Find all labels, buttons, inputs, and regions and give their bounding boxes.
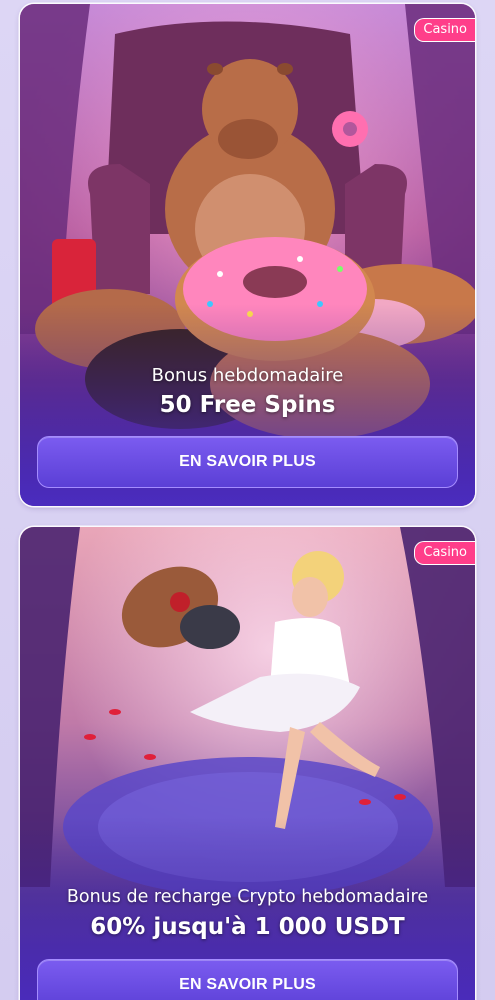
casino-badge: Casino <box>414 541 475 565</box>
promo-card-crypto-reload[interactable]: Casino Bonus de recharge Crypto hebdomad… <box>20 527 475 1000</box>
learn-more-button[interactable]: EN SAVOIR PLUS <box>37 959 458 1000</box>
promo-subtitle: Bonus de recharge Crypto hebdomadaire <box>66 887 429 907</box>
promo-artwork-capybara-donuts <box>20 4 475 506</box>
casino-badge: Casino <box>414 18 475 42</box>
promotions-page: Casino Bonus hebdomadaire 50 Free Spins … <box>0 0 495 1000</box>
promo-card-free-spins[interactable]: Casino Bonus hebdomadaire 50 Free Spins … <box>20 4 475 506</box>
promo-title: 50 Free Spins <box>159 392 336 418</box>
promo-title: 60% jusqu'à 1 000 USDT <box>90 914 405 940</box>
promo-subtitle: Bonus hebdomadaire <box>151 365 344 386</box>
learn-more-button[interactable]: EN SAVOIR PLUS <box>37 436 458 488</box>
